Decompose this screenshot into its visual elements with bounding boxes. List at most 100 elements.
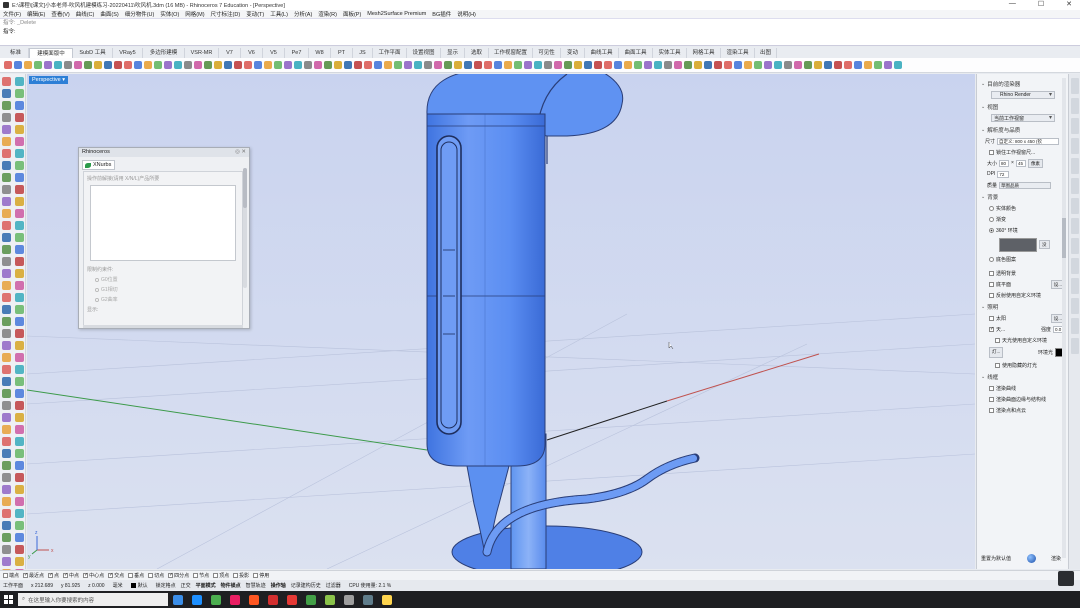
osnap-3[interactable]: 中点 (63, 572, 79, 579)
left-tool-icon[interactable] (2, 341, 11, 350)
toolbar-tool-icon[interactable] (484, 61, 492, 69)
toolbar-tab-4[interactable]: 多边形建模 (143, 48, 185, 58)
panel-side-tab[interactable] (1070, 138, 1079, 154)
menu-item-1[interactable]: 编辑(E) (27, 10, 45, 18)
menu-item-3[interactable]: 曲线(C) (76, 10, 95, 18)
panel-side-tab[interactable] (1070, 258, 1079, 274)
left-tool-icon[interactable] (15, 329, 24, 338)
left-tool-icon[interactable] (2, 485, 11, 494)
left-tool-icon[interactable] (15, 473, 24, 482)
left-tool-icon[interactable] (2, 329, 11, 338)
resolution-section-header[interactable]: ⌄ 解析度与品质 (981, 126, 1065, 134)
panel-side-tab[interactable] (1070, 78, 1079, 94)
unit-select[interactable]: 像素 (1027, 158, 1043, 168)
toolbar-tool-icon[interactable] (854, 61, 862, 69)
osnap-1[interactable]: 最近点 (23, 572, 44, 579)
left-tool-icon[interactable] (2, 113, 11, 122)
panel-vertical-scrollbar[interactable] (243, 168, 247, 288)
toolbar-tool-icon[interactable] (704, 61, 712, 69)
toolbar-tool-icon[interactable] (4, 61, 12, 69)
left-tool-icon[interactable] (15, 365, 24, 374)
left-tool-icon[interactable] (2, 521, 11, 530)
viewport-title-tab[interactable]: Perspective ▾ (29, 76, 69, 84)
lighting-section-header[interactable]: ⌄ 照明 (981, 303, 1065, 311)
toolbar-tool-icon[interactable] (504, 61, 512, 69)
ground-plane-option[interactable]: 底平面 设... (989, 279, 1065, 289)
taskbar-app-icon[interactable] (287, 594, 297, 605)
toolbar-tool-icon[interactable] (444, 61, 452, 69)
toolbar-tool-icon[interactable] (784, 61, 792, 69)
toolbar-tool-icon[interactable] (374, 61, 382, 69)
toolbar-tab-7[interactable]: V6 (241, 48, 263, 58)
left-tool-icon[interactable] (15, 269, 24, 278)
xnurbs-tab[interactable]: XNurbs (82, 160, 116, 170)
left-tool-icon[interactable] (2, 173, 11, 182)
render-edges-option[interactable]: 渲染曲面边缘与结构线 (989, 395, 1065, 403)
left-tool-icon[interactable] (2, 269, 11, 278)
toolbar-tool-icon[interactable] (264, 61, 272, 69)
left-tool-icon[interactable] (15, 101, 24, 110)
toolbar-tab-11[interactable]: PT (331, 48, 353, 58)
left-tool-icon[interactable] (2, 101, 11, 110)
toolbar-tool-icon[interactable] (284, 61, 292, 69)
taskbar-app-icon[interactable] (211, 594, 221, 605)
selection-list-box[interactable] (90, 185, 236, 261)
osnap-8[interactable]: 四分点 (168, 572, 189, 579)
menu-item-6[interactable]: 实体(O) (160, 10, 179, 18)
left-tool-icon[interactable] (15, 497, 24, 506)
left-tool-icon[interactable] (2, 557, 11, 566)
render-points-option[interactable]: 渲染点和点云 (989, 406, 1065, 414)
left-tool-icon[interactable] (15, 413, 24, 422)
left-tool-icon[interactable] (2, 77, 11, 86)
left-tool-icon[interactable] (2, 233, 11, 242)
osnap-4[interactable]: 中心点 (83, 572, 104, 579)
toolbar-tool-icon[interactable] (274, 61, 282, 69)
toolbar-tool-icon[interactable] (674, 61, 682, 69)
left-tool-icon[interactable] (2, 413, 11, 422)
toolbar-tool-icon[interactable] (574, 61, 582, 69)
toolbar-tab-15[interactable]: 显示 (441, 48, 465, 58)
left-tool-icon[interactable] (2, 305, 11, 314)
osnap-9[interactable]: 节点 (193, 572, 209, 579)
left-tool-icon[interactable] (15, 389, 24, 398)
toolbar-tool-icon[interactable] (824, 61, 832, 69)
render-button[interactable]: 渲染 (1051, 555, 1061, 562)
osnap-2[interactable]: 点 (48, 572, 59, 579)
panel-titlebar[interactable]: Rhinoceros ◎ ✕ (79, 148, 249, 157)
panel-side-tab[interactable] (1070, 318, 1079, 334)
toolbar-tool-icon[interactable] (474, 61, 482, 69)
transparent-bg-option[interactable]: 透明背景 (989, 269, 1065, 277)
toolbar-tab-24[interactable]: 渲染工具 (721, 48, 755, 58)
osnap-5[interactable]: 交点 (108, 572, 124, 579)
toolbar-tool-icon[interactable] (764, 61, 772, 69)
left-tool-icon[interactable] (15, 449, 24, 458)
left-tool-icon[interactable] (2, 161, 11, 170)
menu-item-11[interactable]: 分析(A) (294, 10, 312, 18)
toolbar-tool-icon[interactable] (894, 61, 902, 69)
left-tool-icon[interactable] (15, 401, 24, 410)
toolbar-tool-icon[interactable] (844, 61, 852, 69)
toolbar-tool-icon[interactable] (644, 61, 652, 69)
toolbar-tool-icon[interactable] (584, 61, 592, 69)
custom-reflection-option[interactable]: 反射使用自定义环境 (989, 291, 1065, 299)
left-tool-icon[interactable] (15, 149, 24, 158)
toolbar-tab-1[interactable]: 建模面版中 (29, 48, 73, 58)
left-tool-icon[interactable] (15, 257, 24, 266)
left-tool-icon[interactable] (2, 533, 11, 542)
wireframe-section-header[interactable]: ⌄ 线框 (981, 373, 1065, 381)
menu-item-13[interactable]: 面板(P) (343, 10, 361, 18)
left-tool-icon[interactable] (2, 353, 11, 362)
renderer-select[interactable]: Rhino Render (991, 91, 1055, 99)
status-toggle-7[interactable]: 过滤器 (326, 582, 341, 589)
taskbar-app-icon[interactable] (306, 594, 316, 605)
toolbar-tool-icon[interactable] (234, 61, 242, 69)
render-panel-scrollbar[interactable] (1062, 78, 1066, 558)
layer-indicator[interactable]: 默认 (130, 582, 148, 589)
toolbar-tab-25[interactable]: 出图 (755, 48, 777, 58)
menu-item-2[interactable]: 查看(V) (51, 10, 69, 18)
toolbar-tool-icon[interactable] (794, 61, 802, 69)
panel-side-tab[interactable] (1070, 198, 1079, 214)
dpi-input[interactable]: 72 (997, 170, 1010, 178)
left-tool-icon[interactable] (2, 509, 11, 518)
toolbar-tab-10[interactable]: W8 (309, 48, 331, 58)
